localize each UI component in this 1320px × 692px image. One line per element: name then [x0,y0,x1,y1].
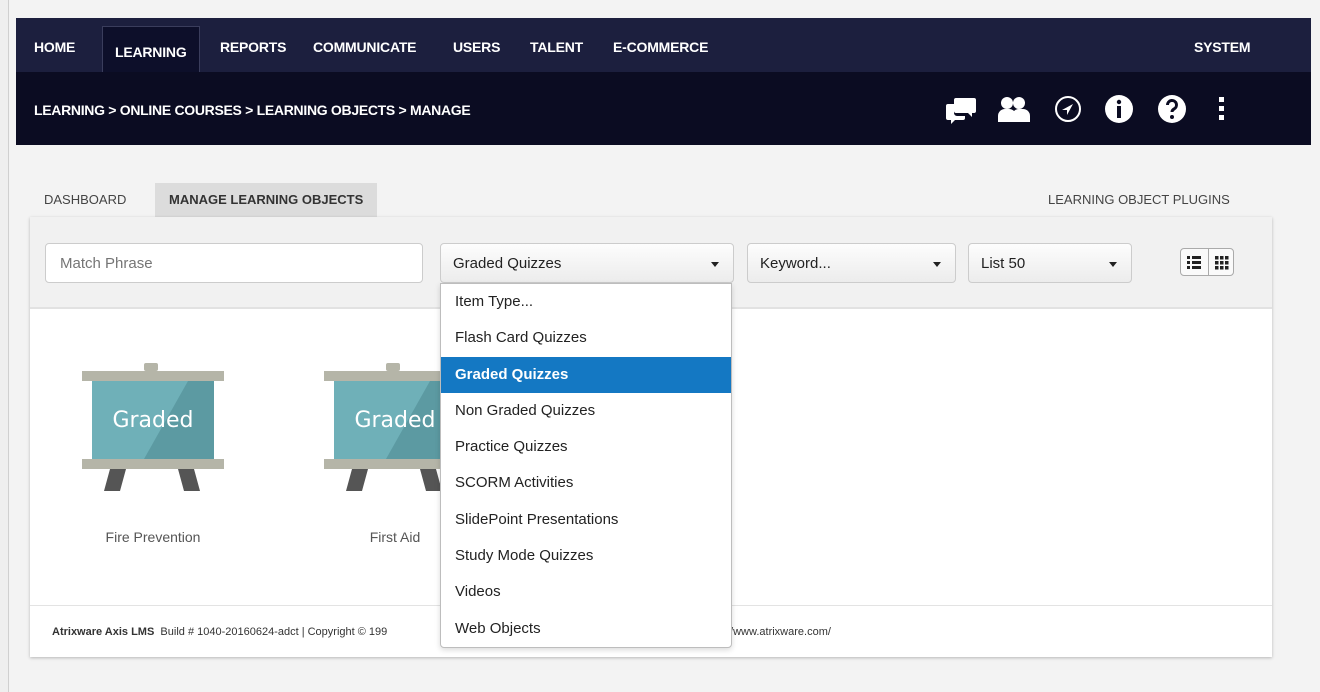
list-view-icon[interactable] [1181,249,1208,275]
match-phrase-field [45,243,423,283]
nav-ecommerce[interactable]: E-COMMERCE [613,18,708,72]
info-icon[interactable] [1102,92,1136,126]
dropdown-option[interactable]: SCORM Activities [441,465,731,501]
top-nav: HOME LEARNING REPORTS COMMUNICATE USERS … [16,18,1311,72]
footer-brand: Atrixware Axis LMS [52,626,155,638]
grid-view-icon[interactable] [1208,249,1235,275]
match-phrase-input[interactable] [46,244,422,282]
tab-learning-object-plugins[interactable]: LEARNING OBJECT PLUGINS [1048,183,1230,217]
board-text: Graded [112,408,193,433]
nav-users[interactable]: USERS [453,18,500,72]
chevron-down-icon [711,262,719,267]
dropdown-option[interactable]: Practice Quizzes [441,429,731,465]
tab-bar: DASHBOARD MANAGE LEARNING OBJECTS LEARNI… [30,183,1270,217]
nav-learning[interactable]: LEARNING [102,26,200,72]
dropdown-option[interactable]: Videos [441,574,731,610]
board-text: Graded [354,408,435,433]
tab-dashboard[interactable]: DASHBOARD [44,183,126,217]
list-count-value: List 50 [981,255,1026,272]
breadcrumb: LEARNING > ONLINE COURSES > LEARNING OBJ… [34,102,471,118]
dropdown-option[interactable]: Web Objects [441,611,731,647]
list-count-select[interactable]: List 50 [968,243,1132,283]
item-type-dropdown: Item Type... Flash Card Quizzes Graded Q… [440,283,732,648]
keyword-select[interactable]: Keyword... [747,243,956,283]
dropdown-option[interactable]: Non Graded Quizzes [441,393,731,429]
chevron-down-icon [1109,262,1117,267]
chevron-down-icon [933,262,941,267]
keyword-value: Keyword... [760,255,831,272]
learning-object-tile[interactable]: Graded Fire Prevention [78,357,228,545]
item-type-value: Graded Quizzes [453,255,562,272]
dropdown-option[interactable]: Item Type... [441,284,731,320]
navigation-icon[interactable] [1051,92,1085,126]
footer-url[interactable]: //www.atrixware.com/ [727,606,831,658]
nav-talent[interactable]: TALENT [530,18,583,72]
presentation-board-icon: Graded [82,363,224,491]
nav-home[interactable]: HOME [34,18,75,72]
dropdown-option[interactable]: Study Mode Quizzes [441,538,731,574]
help-icon[interactable] [1155,92,1189,126]
more-vertical-icon[interactable] [1204,92,1238,126]
tile-label[interactable]: Fire Prevention [78,529,228,545]
users-icon[interactable] [996,92,1030,126]
dropdown-option[interactable]: Flash Card Quizzes [441,320,731,356]
header-bar: LEARNING > ONLINE COURSES > LEARNING OBJ… [16,72,1311,145]
dropdown-option-selected[interactable]: Graded Quizzes [441,357,731,393]
dropdown-option[interactable]: SlidePoint Presentations [441,502,731,538]
nav-communicate[interactable]: COMMUNICATE [313,18,417,72]
footer-build: Build # 1040-20160624-adct | Copyright ©… [160,626,388,638]
chat-icon[interactable] [944,92,978,126]
nav-system[interactable]: SYSTEM [1194,18,1251,72]
view-toggle [1180,248,1234,276]
tab-manage-learning-objects[interactable]: MANAGE LEARNING OBJECTS [155,183,378,217]
item-type-select[interactable]: Graded Quizzes [440,243,734,283]
nav-reports[interactable]: REPORTS [220,18,286,72]
